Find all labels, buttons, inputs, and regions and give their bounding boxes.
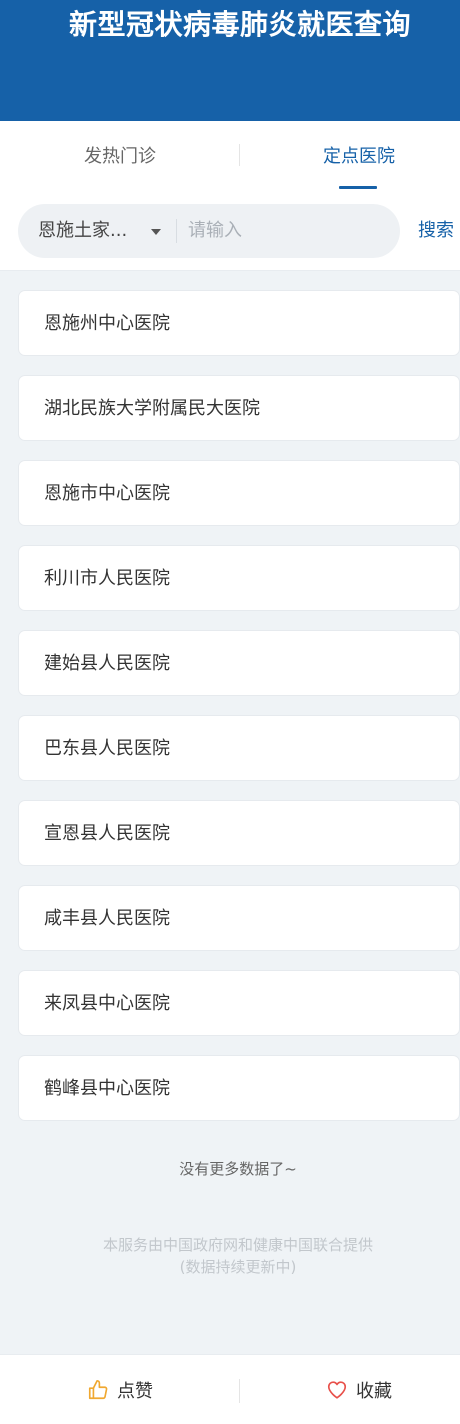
footer-note: 本服务由中国政府网和健康中国联合提供 (数据持续更新中) xyxy=(0,1234,460,1278)
list-item[interactable]: 鹤峰县中心医院 xyxy=(18,1055,460,1121)
list-item[interactable]: 宣恩县人民医院 xyxy=(18,800,460,866)
list-item[interactable]: 来凤县中心医院 xyxy=(18,970,460,1036)
footer-line-1: 本服务由中国政府网和健康中国联合提供 xyxy=(102,1236,373,1254)
list-item[interactable]: 恩施州中心医院 xyxy=(18,290,460,356)
list-item[interactable]: 恩施市中心医院 xyxy=(18,460,460,526)
footer-line-2: (数据持续更新中) xyxy=(179,1258,297,1276)
search-divider xyxy=(176,219,177,243)
bottom-action-bar: 点赞 收藏 xyxy=(0,1354,460,1424)
region-selected-value: 恩施土家... xyxy=(38,220,128,241)
list-item[interactable]: 利川市人民医院 xyxy=(18,545,460,611)
list-end-text: 没有更多数据了~ xyxy=(179,1160,297,1178)
heart-icon xyxy=(327,1381,347,1399)
like-button[interactable]: 点赞 xyxy=(0,1355,240,1424)
favorite-label: 收藏 xyxy=(356,1381,392,1402)
tab-designated-hospital[interactable]: 定点医院 xyxy=(239,121,460,191)
search-button[interactable]: 搜索 xyxy=(418,204,454,258)
page-header: 新型冠状病毒肺炎就医查询 xyxy=(0,0,460,121)
caret-down-icon xyxy=(151,229,161,235)
search-input[interactable] xyxy=(188,204,388,258)
tab-bar: 发热门诊 定点医院 xyxy=(0,121,460,191)
search-box: 恩施土家... xyxy=(18,204,400,258)
region-dropdown[interactable]: 恩施土家... xyxy=(18,204,176,258)
active-tab-indicator xyxy=(339,186,377,189)
page-title: 新型冠状病毒肺炎就医查询 xyxy=(68,8,411,41)
list-item[interactable]: 巴东县人民医院 xyxy=(18,715,460,781)
thumbs-up-icon xyxy=(88,1380,108,1400)
like-label: 点赞 xyxy=(117,1381,153,1402)
list-item[interactable]: 咸丰县人民医院 xyxy=(18,885,460,951)
search-bar: 恩施土家... 搜索 xyxy=(0,191,460,271)
list-item[interactable]: 湖北民族大学附属民大医院 xyxy=(18,375,460,441)
favorite-button[interactable]: 收藏 xyxy=(239,1355,460,1424)
tab-fever-clinic[interactable]: 发热门诊 xyxy=(0,121,240,191)
list-item[interactable]: 建始县人民医院 xyxy=(18,630,460,696)
